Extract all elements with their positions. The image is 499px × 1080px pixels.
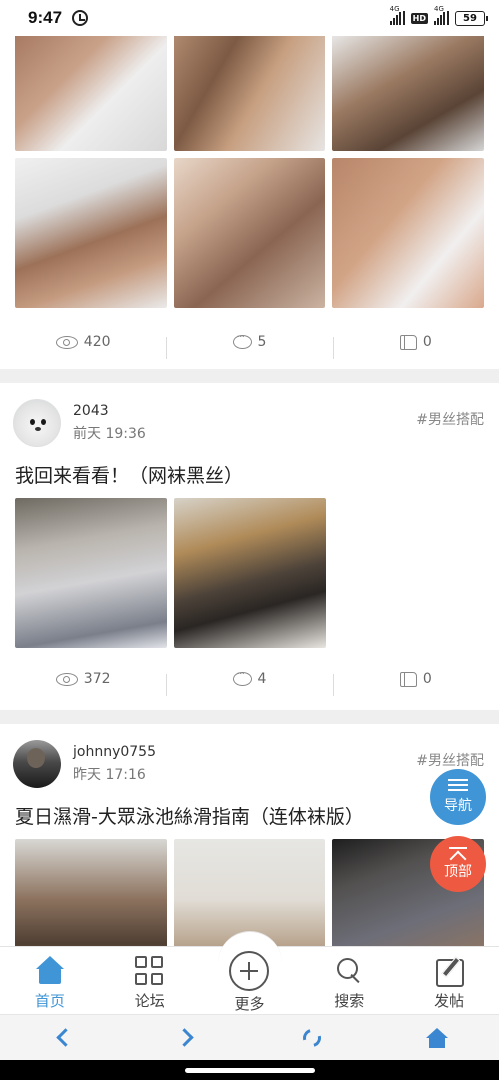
post-stats: 372 4 0 <box>0 648 499 710</box>
post-image[interactable] <box>174 498 326 648</box>
network-type-label-2: 4G <box>434 5 444 13</box>
topic-tag[interactable]: #男丝搭配 <box>416 750 484 770</box>
post-image[interactable] <box>173 34 326 151</box>
post-image[interactable] <box>15 34 167 151</box>
post-time: 前天 19:36 <box>73 425 146 442</box>
comment-count-value: 5 <box>257 334 267 350</box>
to-top-icon <box>449 847 467 849</box>
post-card[interactable]: 2043 前天 19:36 #男丝搭配 我回来看看！（网袜黑丝） 372 4 0 <box>0 383 499 710</box>
tab-forum[interactable]: 论坛 <box>100 947 200 1014</box>
status-indicators: 4G HD 4G 59 <box>389 5 488 26</box>
back-to-top-fab[interactable]: 顶部 <box>430 836 486 892</box>
battery-level: 59 <box>463 12 477 24</box>
topic-tag[interactable]: #男丝搭配 <box>416 409 484 429</box>
post-image[interactable] <box>15 498 167 648</box>
tab-home-label: 首页 <box>34 992 65 1010</box>
username[interactable]: johnny0755 <box>73 744 156 760</box>
tab-more-label: 更多 <box>234 995 265 1013</box>
back-button[interactable] <box>0 1015 125 1061</box>
post-title[interactable]: 我回来看看！（网袜黑丝） <box>0 447 499 498</box>
avatar[interactable] <box>13 739 61 788</box>
eye-icon <box>55 335 78 349</box>
edit-icon <box>434 956 465 987</box>
tab-search[interactable]: 搜索 <box>299 947 399 1014</box>
view-count: 420 <box>0 334 166 350</box>
post-card[interactable]: 420 5 0 <box>0 34 499 369</box>
browser-toolbar <box>0 1014 499 1060</box>
cellular-signal-icon-2: 4G <box>434 5 449 25</box>
network-type-label: 4G <box>389 5 400 13</box>
post-image[interactable] <box>173 158 326 308</box>
tab-forum-label: 论坛 <box>134 992 165 1010</box>
hd-voice-badge: HD <box>410 12 428 24</box>
gesture-bar <box>0 1060 499 1080</box>
navigation-fab-label: 导航 <box>444 798 472 814</box>
app-screen: 9:47 4G HD 4G 59 420 ··· 5 0 2043 前天 19:… <box>0 0 499 1080</box>
comment-button[interactable]: 4 <box>166 667 332 696</box>
post-image-grid <box>0 34 499 151</box>
like-count-value: 0 <box>422 334 432 350</box>
home-button[interactable] <box>374 1015 499 1061</box>
post-header: johnny0755 昨天 17:16 #男丝搭配 <box>0 724 499 788</box>
menu-icon <box>448 779 468 791</box>
post-image[interactable] <box>332 158 485 308</box>
home-icon <box>425 1027 448 1048</box>
search-icon <box>334 956 364 986</box>
post-divider <box>0 710 499 724</box>
gesture-handle[interactable] <box>185 1068 315 1073</box>
username[interactable]: 2043 <box>73 403 146 419</box>
post-image[interactable] <box>15 158 167 308</box>
refresh-button[interactable] <box>250 1015 375 1061</box>
post-image-grid <box>0 498 499 648</box>
post-image[interactable] <box>332 34 485 151</box>
comment-icon <box>232 330 252 349</box>
post-time: 昨天 17:16 <box>73 766 146 783</box>
tab-post-label: 发帖 <box>434 992 465 1010</box>
post-stats: 420 5 0 <box>0 315 499 369</box>
chevron-right-icon <box>174 1028 194 1047</box>
comment-button[interactable]: 5 <box>166 330 332 359</box>
tab-post[interactable]: 发帖 <box>399 947 499 1014</box>
cellular-signal-icon: 4G <box>389 5 405 25</box>
view-count: 372 <box>0 671 166 687</box>
avatar[interactable] <box>13 398 61 447</box>
status-bar: 9:47 4G HD 4G 59 <box>0 0 499 36</box>
home-icon <box>35 956 65 986</box>
refresh-icon <box>299 1025 325 1050</box>
alarm-clock-icon <box>72 10 89 26</box>
navigation-fab[interactable]: 导航 <box>430 769 486 825</box>
like-button[interactable]: 0 <box>332 671 499 696</box>
eye-icon <box>55 672 78 686</box>
comment-count-value: 4 <box>257 671 267 687</box>
post-meta: johnny0755 昨天 17:16 <box>73 744 156 784</box>
thumbs-up-icon <box>399 671 417 687</box>
forward-button[interactable] <box>125 1015 250 1061</box>
view-count-value: 420 <box>83 334 111 350</box>
like-button[interactable]: 0 <box>332 334 499 359</box>
post-meta: 2043 前天 19:36 <box>73 403 146 443</box>
tab-home[interactable]: 首页 <box>0 947 100 1014</box>
like-count-value: 0 <box>422 671 432 687</box>
chevron-left-icon <box>56 1028 75 1047</box>
view-count-value: 372 <box>83 671 111 687</box>
post-header: 2043 前天 19:36 #男丝搭配 <box>0 383 499 447</box>
status-time: 9:47 <box>28 8 63 27</box>
post-feed[interactable]: 420 5 0 2043 前天 19:36 #男丝搭配 我回来看看！（网袜黑丝） <box>0 34 499 989</box>
post-image-grid <box>0 158 499 308</box>
post-title[interactable]: 夏日濕滑-大眾泳池絲滑指南（连体袜版） <box>0 788 499 839</box>
plus-circle-icon <box>229 951 270 991</box>
grid-icon <box>134 956 165 986</box>
tab-more[interactable]: 更多 <box>200 947 300 1014</box>
tab-search-label: 搜索 <box>334 992 365 1010</box>
post-divider <box>0 369 499 383</box>
comment-icon <box>232 667 252 686</box>
thumbs-up-icon <box>399 334 417 350</box>
bottom-tab-bar: 首页 论坛 更多 搜索 发帖 <box>0 931 499 1014</box>
battery-icon: 59 <box>455 10 488 26</box>
